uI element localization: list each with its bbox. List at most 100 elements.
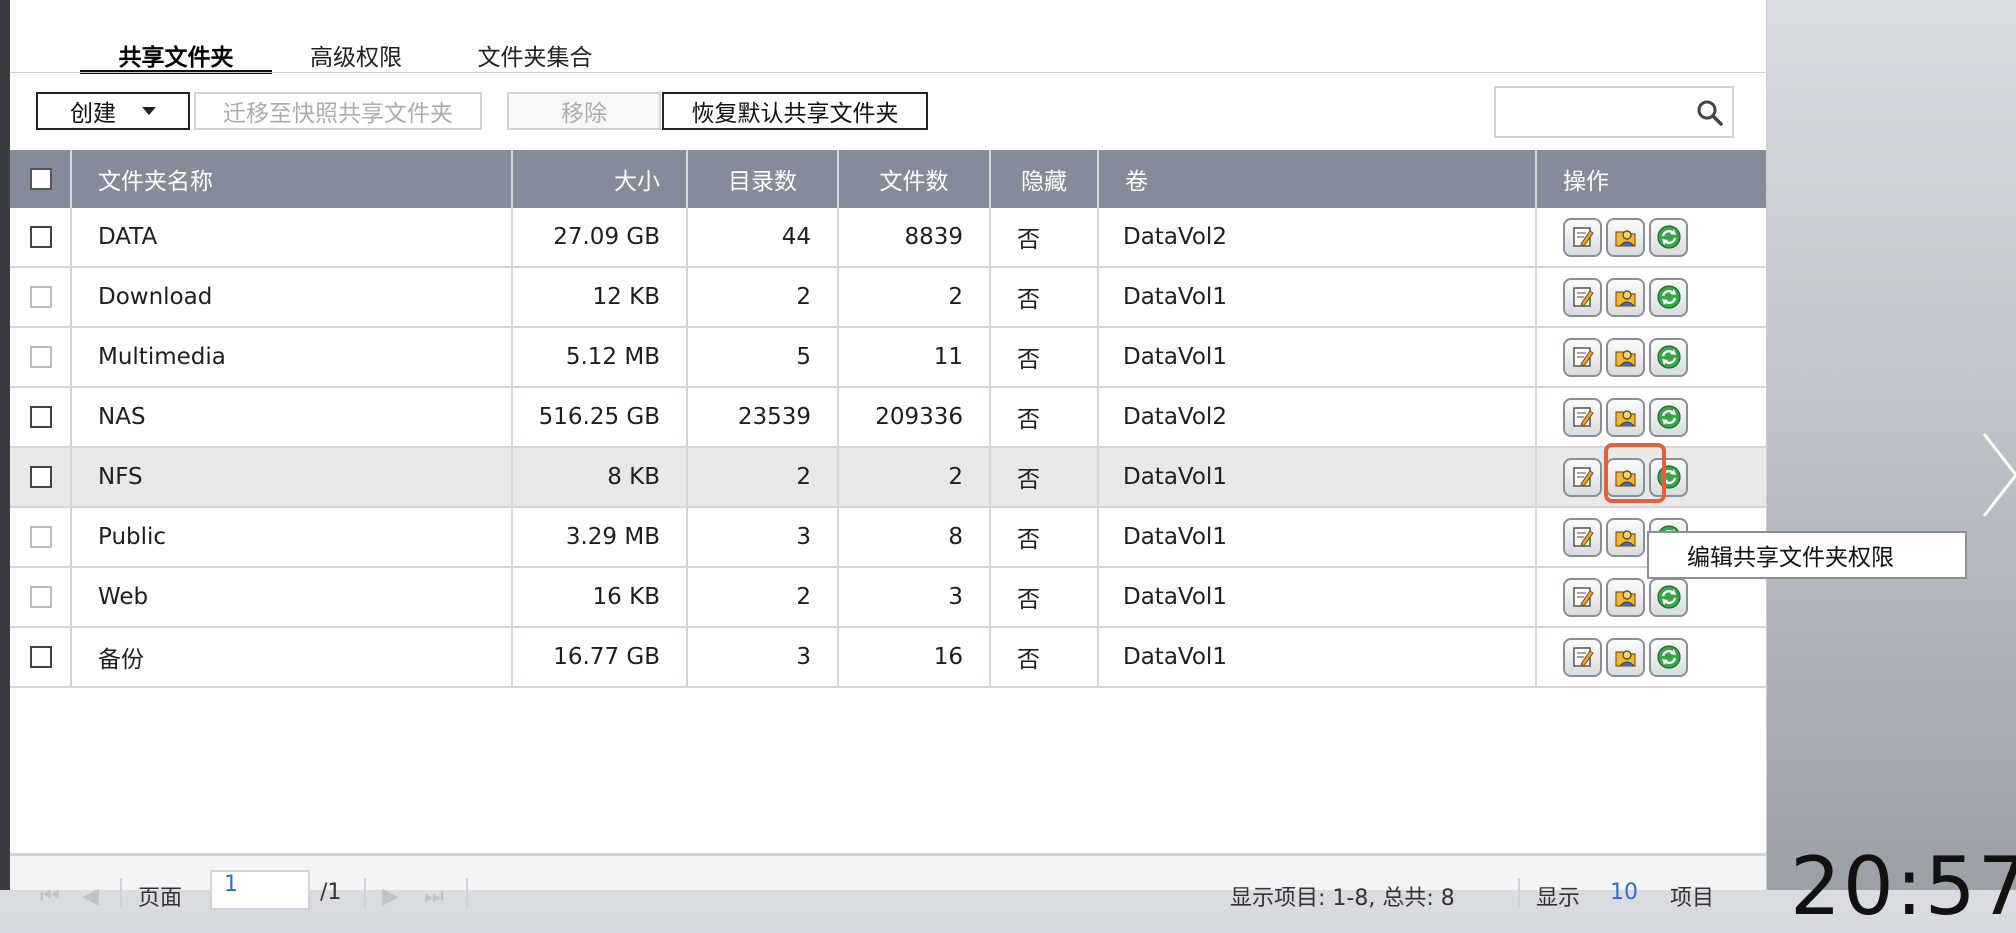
header-hidden[interactable]: 隐藏 [991, 150, 1099, 208]
prev-page-icon[interactable]: ◀ [82, 884, 99, 909]
table-row[interactable]: NFS 8 KB 2 2 否 DataVol1 [10, 448, 1766, 508]
edit-permissions-icon[interactable] [1606, 397, 1645, 437]
edit-permissions-icon[interactable] [1606, 277, 1645, 317]
restore-default-folders-button[interactable]: 恢复默认共享文件夹 [662, 92, 928, 130]
refresh-icon[interactable] [1649, 217, 1688, 257]
size-cell: 3.29 MB [513, 508, 688, 566]
edit-properties-icon[interactable] [1563, 397, 1602, 437]
folder-name-cell[interactable]: 备份 [72, 628, 513, 686]
clock: 20:57 [1790, 840, 2016, 933]
table-row[interactable]: Download 12 KB 2 2 否 DataVol1 [10, 268, 1766, 328]
tab-folder-aggregation[interactable]: 文件夹集合 [440, 32, 630, 74]
search-icon[interactable] [1696, 99, 1724, 127]
items-per-page-select[interactable]: 10 [1610, 880, 1638, 905]
table-row[interactable]: DATA 27.09 GB 44 8839 否 DataVol2 [10, 208, 1766, 268]
edit-permissions-icon[interactable] [1606, 337, 1645, 377]
size-cell: 16 KB [513, 568, 688, 626]
actions-cell [1537, 388, 1766, 446]
row-select-cell [10, 388, 72, 446]
row-select-cell [10, 328, 72, 386]
edit-permissions-icon[interactable] [1606, 517, 1645, 557]
pager-separator [466, 878, 468, 908]
row-select-cell [10, 628, 72, 686]
file-count-cell: 11 [839, 328, 991, 386]
edit-properties-icon[interactable] [1563, 277, 1602, 317]
volume-cell: DataVol1 [1099, 268, 1537, 326]
table-row[interactable]: Public 3.29 MB 3 8 否 DataVol1 [10, 508, 1766, 568]
row-select-cell [10, 448, 72, 506]
table-row[interactable]: NAS 516.25 GB 23539 209336 否 DataVol2 [10, 388, 1766, 448]
refresh-icon[interactable] [1649, 397, 1688, 437]
hidden-cell: 否 [991, 448, 1099, 506]
page-total: /1 [320, 880, 342, 905]
row-checkbox[interactable] [30, 406, 52, 428]
edit-properties-icon[interactable] [1563, 577, 1602, 617]
refresh-icon[interactable] [1649, 637, 1688, 677]
header-volume[interactable]: 卷 [1099, 150, 1537, 208]
edit-properties-icon[interactable] [1563, 457, 1602, 497]
hidden-cell: 否 [991, 628, 1099, 686]
folder-name-cell[interactable]: DATA [72, 208, 513, 266]
select-all-checkbox[interactable] [30, 168, 52, 190]
create-button[interactable]: 创建 [36, 92, 190, 130]
edit-permissions-icon[interactable] [1606, 577, 1645, 617]
folder-name-cell[interactable]: NAS [72, 388, 513, 446]
row-checkbox[interactable] [30, 226, 52, 248]
row-select-cell [10, 508, 72, 566]
header-folder-name[interactable]: 文件夹名称 [72, 150, 513, 208]
folder-name-cell[interactable]: Web [72, 568, 513, 626]
table-row[interactable]: Web 16 KB 2 3 否 DataVol1 [10, 568, 1766, 628]
row-checkbox[interactable] [30, 466, 52, 488]
migrate-to-snapshot-button[interactable]: 迁移至快照共享文件夹 [194, 92, 482, 130]
row-checkbox[interactable] [30, 286, 52, 308]
dir-count-cell: 3 [688, 628, 839, 686]
chevron-right-icon[interactable] [1980, 430, 2016, 520]
header-dir-count[interactable]: 目录数 [688, 150, 839, 208]
permission-tooltip: 编辑共享文件夹权限 [1647, 531, 1967, 579]
folder-name-cell[interactable]: Download [72, 268, 513, 326]
edit-permissions-icon[interactable] [1606, 217, 1645, 257]
row-checkbox[interactable] [30, 586, 52, 608]
next-page-icon[interactable]: ▶ [382, 884, 399, 909]
size-cell: 8 KB [513, 448, 688, 506]
size-cell: 16.77 GB [513, 628, 688, 686]
edit-properties-icon[interactable] [1563, 217, 1602, 257]
volume-cell: DataVol2 [1099, 208, 1537, 266]
page-number-input[interactable]: 1 [210, 870, 310, 910]
size-cell: 12 KB [513, 268, 688, 326]
folder-name-cell[interactable]: Public [72, 508, 513, 566]
folder-name-cell[interactable]: Multimedia [72, 328, 513, 386]
header-size[interactable]: 大小 [513, 150, 688, 208]
volume-cell: DataVol1 [1099, 508, 1537, 566]
dir-count-cell: 2 [688, 448, 839, 506]
remove-button[interactable]: 移除 [507, 92, 661, 130]
tab-shared-folders[interactable]: 共享文件夹 [80, 32, 272, 74]
edit-permissions-icon[interactable] [1606, 637, 1645, 677]
refresh-icon[interactable] [1649, 577, 1688, 617]
header-actions: 操作 [1563, 169, 1609, 195]
row-checkbox[interactable] [30, 526, 52, 548]
edit-properties-icon[interactable] [1563, 517, 1602, 557]
refresh-icon[interactable] [1649, 277, 1688, 317]
tab-divider [10, 72, 1766, 73]
hidden-cell: 否 [991, 508, 1099, 566]
edit-properties-icon[interactable] [1563, 337, 1602, 377]
header-file-count[interactable]: 文件数 [839, 150, 991, 208]
edit-properties-icon[interactable] [1563, 637, 1602, 677]
refresh-icon[interactable] [1649, 337, 1688, 377]
first-page-icon[interactable]: ⏮ [40, 884, 60, 909]
search-input[interactable] [1494, 86, 1734, 138]
last-page-icon[interactable]: ⏭ [424, 884, 444, 909]
table-row[interactable]: Multimedia 5.12 MB 5 11 否 DataVol1 [10, 328, 1766, 388]
row-checkbox[interactable] [30, 346, 52, 368]
volume-cell: DataVol2 [1099, 388, 1537, 446]
left-window-edge [0, 0, 10, 890]
file-count-cell: 2 [839, 448, 991, 506]
tab-advanced-permissions[interactable]: 高级权限 [272, 32, 440, 74]
row-checkbox[interactable] [30, 646, 52, 668]
folder-name-cell[interactable]: NFS [72, 448, 513, 506]
header-select-all-cell [10, 150, 72, 208]
size-cell: 516.25 GB [513, 388, 688, 446]
table-row[interactable]: 备份 16.77 GB 3 16 否 DataVol1 [10, 628, 1766, 688]
file-count-cell: 2 [839, 268, 991, 326]
